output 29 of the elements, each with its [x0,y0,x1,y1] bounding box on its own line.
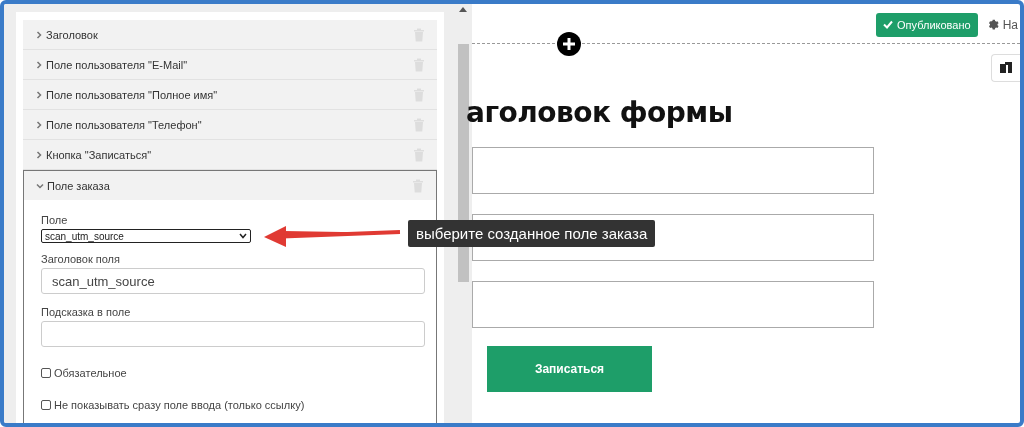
field-label: Заголовок поля [41,253,121,265]
chevron-icon [35,120,43,129]
chevron-icon [35,30,43,39]
title-input-field[interactable]: scan_utm_source [41,268,425,294]
form-input-field[interactable] [472,281,874,328]
form-title: аголовок формы [466,96,734,129]
scroll-up-icon[interactable] [459,6,467,12]
chevron-icon [35,60,43,69]
checkbox[interactable] [41,368,51,378]
checkmark-icon [883,20,894,29]
settings-link[interactable]: На [1002,17,1018,32]
field-label: Поле [41,214,69,226]
checkbox[interactable] [41,400,51,410]
copy-button[interactable] [991,54,1020,82]
form-field-item[interactable]: Поле заказа [24,171,436,200]
chevron-icon [35,150,43,159]
form-input-field[interactable] [472,147,874,194]
hint-input-field[interactable] [41,321,425,347]
field-select[interactable]: scan_utm_source [41,229,251,243]
field-label: Подсказка в поле [41,306,132,318]
settings-icon[interactable] [986,18,1000,31]
annotation-tooltip: выберите созданное поле заказа [408,220,656,247]
add-block-icon[interactable] [557,32,581,56]
chevron-icon [35,90,43,99]
chevron-icon [239,233,247,239]
copy-icon [1000,61,1012,75]
checkbox-label[interactable]: Обязательное [54,367,127,379]
chevron-icon [36,181,44,190]
checkbox-label[interactable]: Не показывать сразу поле ввода (только ссылку) [54,399,305,411]
